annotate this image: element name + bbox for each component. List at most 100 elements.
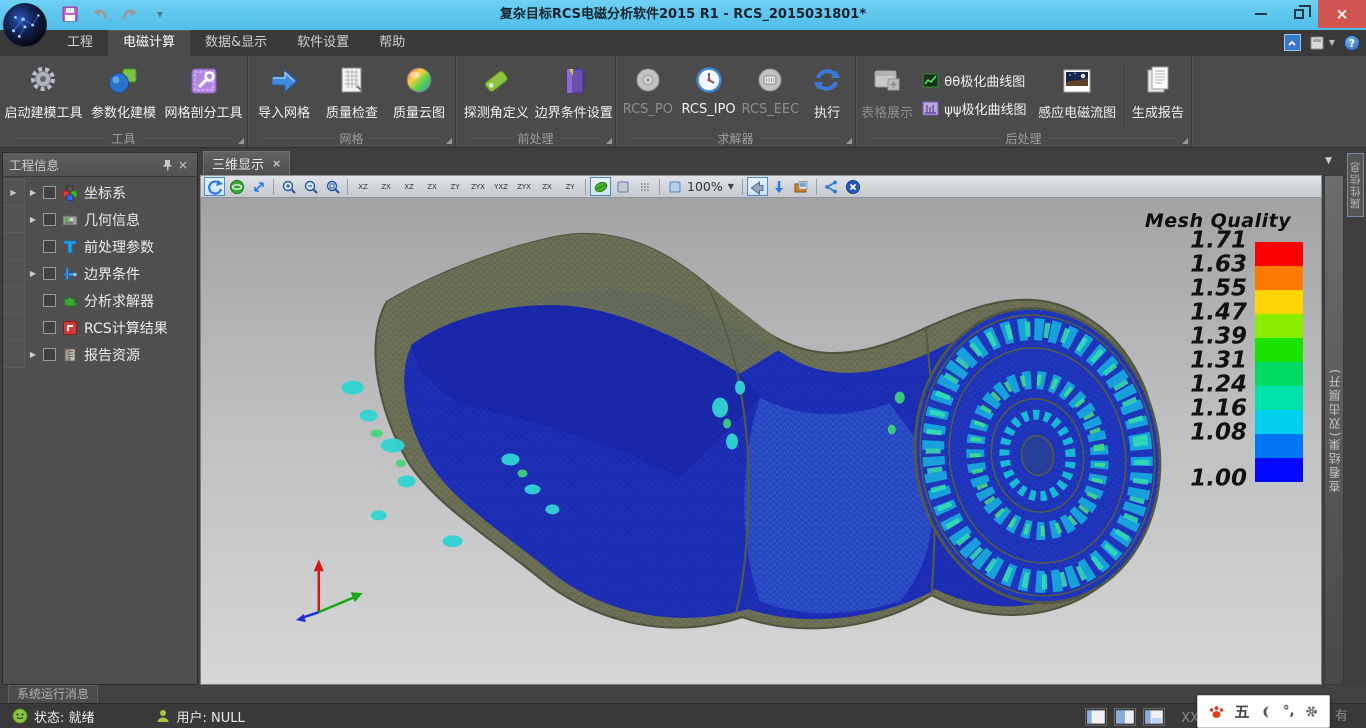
tree-item-rcs-results[interactable]: RCS计算结果	[3, 314, 197, 341]
share-view-button[interactable]	[821, 177, 842, 196]
theta-polarization-button[interactable]: θθ极化曲线图	[922, 71, 1026, 90]
expander-icon[interactable]: ▶	[25, 188, 41, 197]
dialog-launcher-icon[interactable]	[846, 138, 852, 144]
tree-item-checkbox[interactable]	[43, 294, 56, 307]
mesh-partition-tool-button[interactable]: 网格剖分工具	[162, 58, 245, 130]
tree-item-checkbox[interactable]	[43, 240, 56, 253]
snapshot-folder-button[interactable]	[791, 177, 812, 196]
probe-angle-button[interactable]: 探测角定义	[458, 58, 535, 130]
tree-item-report-resources[interactable]: ▶ 报告资源	[3, 341, 197, 368]
axis-view-button[interactable]: XZ	[352, 177, 374, 196]
axis-view-button[interactable]: ZX	[375, 177, 397, 196]
collapse-ribbon-button[interactable]	[1284, 34, 1301, 51]
dropdown-icon: ▼	[1329, 38, 1335, 47]
close-button[interactable]: ×	[1318, 0, 1366, 28]
viewport-3d[interactable]: Mesh Quality 1.71 1.63 1.55 1.47 1.39 1.…	[200, 198, 1322, 685]
axis-view-button[interactable]: ZYX	[467, 177, 489, 196]
axis-view-button[interactable]: ZY	[444, 177, 466, 196]
table-display-button[interactable]: 表格展示	[858, 58, 916, 130]
minimize-button[interactable]	[1242, 0, 1280, 28]
menu-tab-data-display[interactable]: 数据&显示	[190, 30, 282, 56]
solver-rcs-po-button[interactable]: RCS_PO	[618, 58, 678, 130]
rotate-view-button[interactable]	[204, 177, 225, 196]
property-info-collapsed-tab[interactable]: 属性信息	[1347, 153, 1364, 217]
ime-punctuation-mode[interactable]: °,	[1283, 704, 1294, 719]
tab-close-icon[interactable]: ×	[272, 157, 281, 170]
quality-cloud-button[interactable]: 质量云图	[386, 58, 452, 130]
generate-report-button[interactable]: 生成报告	[1127, 58, 1189, 130]
dialog-launcher-icon[interactable]	[606, 138, 612, 144]
close-view-button[interactable]	[843, 177, 864, 196]
view-results-collapsed-tab[interactable]: 查看结果(双击展开)	[1324, 175, 1344, 685]
dialog-launcher-icon[interactable]	[446, 138, 452, 144]
solver-rcs-ipo-button[interactable]: RCS_IPO	[678, 58, 740, 130]
ime-wubi-mode[interactable]: 五	[1235, 701, 1250, 722]
axis-view-button[interactable]: XZ	[398, 177, 420, 196]
tree-item-checkbox[interactable]	[43, 321, 56, 334]
clock-icon	[692, 64, 726, 98]
menu-tab-em-compute[interactable]: 电磁计算	[108, 30, 190, 56]
tree-item-checkbox[interactable]	[43, 213, 56, 226]
shaded-view-button[interactable]	[590, 177, 611, 196]
parametric-modeling-button[interactable]: 参数化建模	[85, 58, 162, 130]
dialog-launcher-icon[interactable]	[238, 138, 244, 144]
tab-3d-display[interactable]: 三维显示 ×	[203, 151, 290, 175]
launch-modeling-tool-button[interactable]: 启动建模工具	[2, 58, 85, 130]
zoom-out-button[interactable]	[300, 177, 321, 196]
axis-view-button[interactable]: ZX	[536, 177, 558, 196]
previous-view-button[interactable]	[747, 177, 768, 196]
zoom-in-button[interactable]	[278, 177, 299, 196]
tree-item-preprocess-params[interactable]: 前处理参数	[3, 233, 197, 260]
induced-current-map-button[interactable]: 感应电磁流图	[1032, 58, 1121, 130]
close-panel-button[interactable]: ×	[175, 157, 191, 173]
quality-check-button[interactable]: 质量检查	[318, 58, 386, 130]
tree-item-checkbox[interactable]	[43, 348, 56, 361]
expander-icon[interactable]: ▶	[25, 269, 41, 278]
zoom-level-select[interactable]: 100% ▼	[664, 179, 738, 194]
axis-view-button[interactable]: ZX	[421, 177, 443, 196]
zoom-window-button[interactable]	[322, 177, 343, 196]
tree-item-boundary-conditions[interactable]: ▶ 边界条件	[3, 260, 197, 287]
expander-icon[interactable]: ▶	[25, 215, 41, 224]
app-logo[interactable]	[3, 3, 47, 47]
tree-item-analysis-solver[interactable]: 分析求解器	[3, 287, 197, 314]
menu-tab-project[interactable]: 工程	[52, 30, 108, 56]
tree-item-coordinate-system[interactable]: ▶ ▶ 坐标系	[3, 179, 197, 206]
menu-tab-settings[interactable]: 软件设置	[282, 30, 364, 56]
coordinate-blocks-icon	[61, 184, 78, 201]
expander-icon[interactable]: ▶	[10, 188, 16, 197]
boundary-condition-button[interactable]: 边界条件设置	[535, 58, 613, 130]
ime-settings-gear-icon[interactable]	[1304, 704, 1319, 719]
menu-tab-help[interactable]: 帮助	[364, 30, 420, 56]
layout-left-panel-button[interactable]	[1085, 708, 1107, 726]
layout-split-button[interactable]	[1114, 708, 1136, 726]
wireframe-view-button[interactable]	[612, 177, 633, 196]
help-button[interactable]: ?	[1344, 35, 1360, 51]
tree-item-checkbox[interactable]	[43, 186, 56, 199]
style-selector-button[interactable]: ▼	[1310, 36, 1335, 50]
system-messages-tab[interactable]: 系统运行消息	[8, 685, 98, 703]
axis-view-button[interactable]: YXZ	[490, 177, 512, 196]
zoom-box-icon	[668, 180, 682, 194]
solver-rcs-eec-button[interactable]: RCS_EEC	[739, 58, 801, 130]
axis-view-button[interactable]: ZY	[559, 177, 581, 196]
points-view-button[interactable]	[634, 177, 655, 196]
import-mesh-button[interactable]: 导入网格	[250, 58, 318, 130]
legend-value: 1.16	[1190, 398, 1247, 421]
ime-logo-paw-icon[interactable]	[1208, 704, 1225, 720]
orbit-view-button[interactable]	[226, 177, 247, 196]
psi-polarization-button[interactable]: ψψ极化曲线图	[922, 99, 1026, 118]
restore-button[interactable]	[1280, 0, 1318, 28]
zoom-extents-button[interactable]	[248, 177, 269, 196]
dialog-launcher-icon[interactable]	[1182, 138, 1188, 144]
download-view-button[interactable]	[769, 177, 790, 196]
execute-button[interactable]: 执行	[801, 58, 853, 130]
tree-item-geometry-info[interactable]: ▶ 几何信息	[3, 206, 197, 233]
expander-icon[interactable]: ▶	[25, 350, 41, 359]
axis-view-button[interactable]: ZYX	[513, 177, 535, 196]
pin-panel-button[interactable]	[159, 157, 175, 173]
tab-list-dropdown-icon[interactable]: ▼	[1325, 156, 1332, 166]
tree-item-checkbox[interactable]	[43, 267, 56, 280]
layout-bottom-panel-button[interactable]	[1143, 708, 1165, 726]
ime-halfwidth-moon-icon[interactable]	[1259, 705, 1273, 719]
